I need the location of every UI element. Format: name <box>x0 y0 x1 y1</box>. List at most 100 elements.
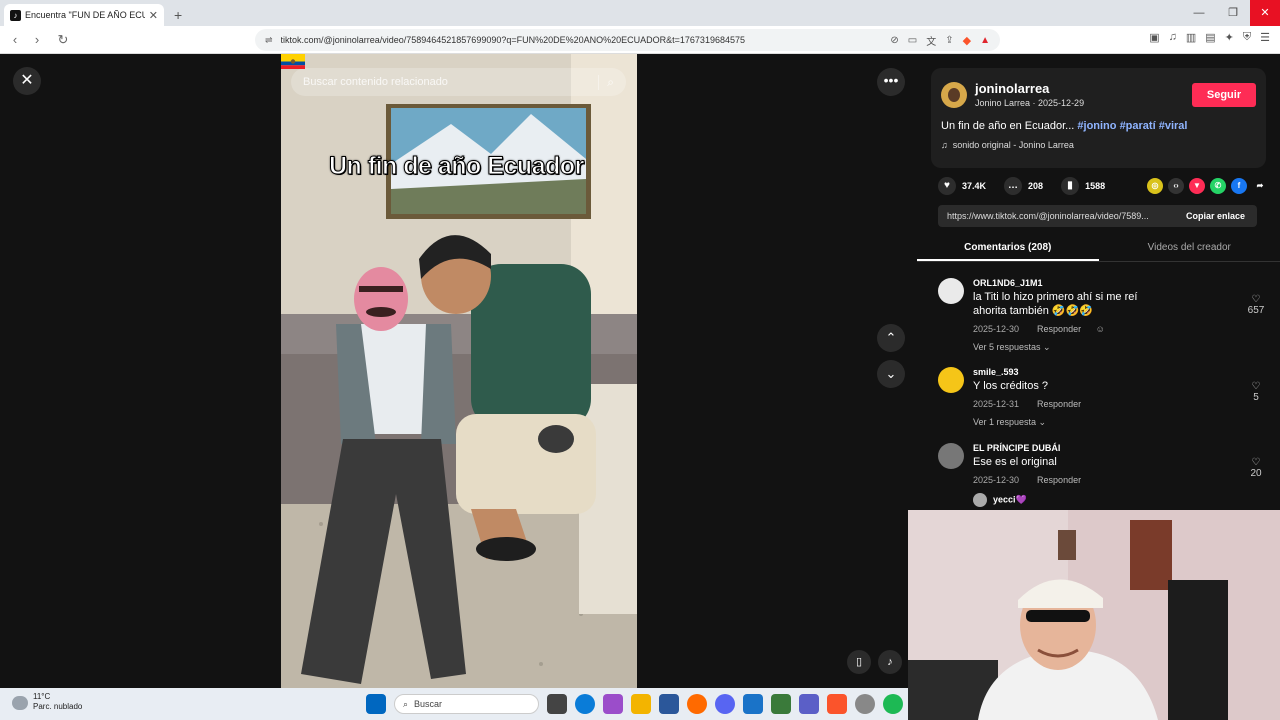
bookmark-icon[interactable]: ▮ <box>1061 177 1080 195</box>
related-search-input[interactable]: Buscar contenido relacionado ⌕ <box>291 68 626 96</box>
heart-outline-icon[interactable]: ♡ <box>1244 457 1268 468</box>
url-text[interactable]: tiktok.com/@joninolarrea/video/758946452… <box>281 35 882 45</box>
restore-icon[interactable]: ❐ <box>1216 0 1250 26</box>
taskbar-search[interactable]: ⌕ Buscar <box>394 694 539 714</box>
tab-creator-videos[interactable]: Videos del creador <box>1099 238 1280 261</box>
whatsapp-icon[interactable]: ✆ <box>1210 178 1226 194</box>
window-controls: — ❐ ✕ <box>1182 0 1280 26</box>
creator-liked-icon: ☺ <box>1095 324 1105 334</box>
wallet-card-icon[interactable]: ▤ <box>1205 31 1215 44</box>
close-tab-icon[interactable]: ✕ <box>149 9 158 22</box>
brave-shield-icon[interactable]: ◆ <box>963 34 971 47</box>
app-icon[interactable] <box>771 694 791 714</box>
share-icon[interactable]: ⇪ <box>945 35 953 46</box>
media-icon[interactable]: ♫ <box>1169 31 1177 44</box>
view-replies-button[interactable]: Ver 1 respuesta ⌄ <box>973 417 1046 428</box>
firefox-icon[interactable] <box>687 694 707 714</box>
avatar[interactable] <box>938 367 964 393</box>
repost-icon[interactable]: ▼ <box>1189 178 1205 194</box>
music-note-icon: ♫ <box>941 140 948 150</box>
translate-icon[interactable]: 文 <box>926 33 936 48</box>
floating-player-icon[interactable]: ▯ <box>847 650 871 674</box>
forward-icon[interactable]: › <box>26 32 48 47</box>
more-options-icon[interactable]: ••• <box>877 68 905 96</box>
window-close-icon[interactable]: ✕ <box>1250 0 1280 26</box>
spotify-icon[interactable] <box>883 694 903 714</box>
windows-start-icon[interactable] <box>366 694 386 714</box>
comment-author[interactable]: EL PRÍNCIPE DUBÁI <box>973 443 1060 453</box>
share-arrow-icon[interactable]: ➦ <box>1252 178 1268 194</box>
volume-icon[interactable]: ♪ <box>878 650 902 674</box>
back-icon[interactable]: ‹ <box>4 32 26 47</box>
comment-like-count: 657 <box>1247 305 1265 316</box>
app-icon[interactable] <box>743 694 763 714</box>
heart-outline-icon[interactable]: ♡ <box>1244 381 1268 392</box>
new-tab-button[interactable]: + <box>174 4 182 26</box>
task-view-icon[interactable] <box>547 694 567 714</box>
copilot-icon[interactable] <box>603 694 623 714</box>
teams-icon[interactable] <box>799 694 819 714</box>
sound-link[interactable]: ♫ sonido original - Jonino Larrea <box>941 140 1074 150</box>
comment-like[interactable]: ♡ 657 <box>1244 294 1268 316</box>
brave-rewards-icon[interactable]: ▲ <box>980 35 990 46</box>
coin-icon[interactable]: ◎ <box>1147 178 1163 194</box>
extensions-icon[interactable]: ✦ <box>1225 31 1234 44</box>
tab-comments[interactable]: Comentarios (208) <box>917 238 1099 261</box>
reload-icon[interactable]: ↻ <box>52 32 74 48</box>
discord-icon[interactable] <box>715 694 735 714</box>
hashtag[interactable]: #viral <box>1159 120 1188 132</box>
search-icon[interactable]: ⌕ <box>598 74 614 90</box>
avatar[interactable] <box>941 82 967 108</box>
comment-author[interactable]: smile_.593 <box>973 367 1019 377</box>
video-player[interactable]: Buscar contenido relacionado ⌕ Un fin de… <box>281 54 637 688</box>
obs-icon[interactable] <box>855 694 875 714</box>
reply-button[interactable]: Responder <box>1037 475 1081 485</box>
heart-outline-icon[interactable]: ♡ <box>1244 294 1268 305</box>
comment-author[interactable]: ORL1ND6_J1M1 <box>973 278 1043 288</box>
username[interactable]: joninolarrea <box>975 81 1049 96</box>
embed-icon[interactable]: ‹› <box>1168 178 1184 194</box>
sound-name[interactable]: sonido original - Jonino Larrea <box>953 140 1074 150</box>
comment-like[interactable]: ♡ 20 <box>1244 457 1268 479</box>
menu-icon[interactable]: ☰ <box>1260 31 1270 44</box>
reply-button[interactable]: Responder <box>1037 324 1081 334</box>
site-info-icon[interactable]: ⇌ <box>265 35 273 46</box>
comment-like[interactable]: ♡ 5 <box>1244 381 1268 403</box>
comment-date: 2025-12-30 <box>973 475 1020 485</box>
heart-icon[interactable]: ♥ <box>938 177 956 195</box>
reply-button[interactable]: Responder <box>1037 399 1081 409</box>
follow-button[interactable]: Seguir <box>1192 83 1256 107</box>
avatar[interactable] <box>938 443 964 469</box>
comment-icon[interactable]: … <box>1004 177 1023 195</box>
screenshot-icon[interactable]: ▭ <box>908 35 917 46</box>
post-meta: Jonino Larrea · 2025-12-29 <box>975 98 1085 108</box>
next-video-icon[interactable]: ⌄ <box>877 360 905 388</box>
brave-icon[interactable] <box>827 694 847 714</box>
address-bar[interactable]: ⇌ tiktok.com/@joninolarrea/video/7589464… <box>255 29 1000 51</box>
edge-icon[interactable] <box>575 694 595 714</box>
copy-link-button[interactable]: Copiar enlace <box>1174 205 1257 227</box>
save-stat[interactable]: ▮ 1588 <box>1061 177 1105 195</box>
comment-stat[interactable]: … 208 <box>1004 177 1043 195</box>
word-icon[interactable] <box>659 694 679 714</box>
webcam-overlay <box>908 510 1280 720</box>
avatar[interactable] <box>973 493 987 507</box>
sidebar-icon[interactable]: ▥ <box>1186 31 1196 44</box>
like-stat[interactable]: ♥ 37.4K <box>938 177 986 195</box>
browser-tab[interactable]: ♪ Encuentra "FUN DE AÑO ECU ✕ <box>4 4 164 26</box>
hashtag[interactable]: #paratí <box>1120 120 1156 132</box>
weather-widget[interactable]: 11°C Parc. nublado <box>12 692 82 712</box>
view-replies-button[interactable]: Ver 5 respuestas ⌄ <box>973 342 1051 353</box>
vpn-icon[interactable]: ⛨ <box>1243 31 1251 44</box>
wallet-icon[interactable]: ▣ <box>1149 31 1159 44</box>
facebook-icon[interactable]: f <box>1231 178 1247 194</box>
previous-video-icon[interactable]: ⌃ <box>877 324 905 352</box>
reply-author[interactable]: yecci💜 <box>993 494 1027 504</box>
video-link[interactable]: https://www.tiktok.com/@joninolarrea/vid… <box>938 211 1174 221</box>
hashtag[interactable]: #jonino <box>1077 120 1116 132</box>
minimize-icon[interactable]: — <box>1182 0 1216 26</box>
close-video-icon[interactable]: ✕ <box>13 67 41 95</box>
file-explorer-icon[interactable] <box>631 694 651 714</box>
avatar[interactable] <box>938 278 964 304</box>
shield-off-icon[interactable]: ⊘ <box>890 35 898 46</box>
